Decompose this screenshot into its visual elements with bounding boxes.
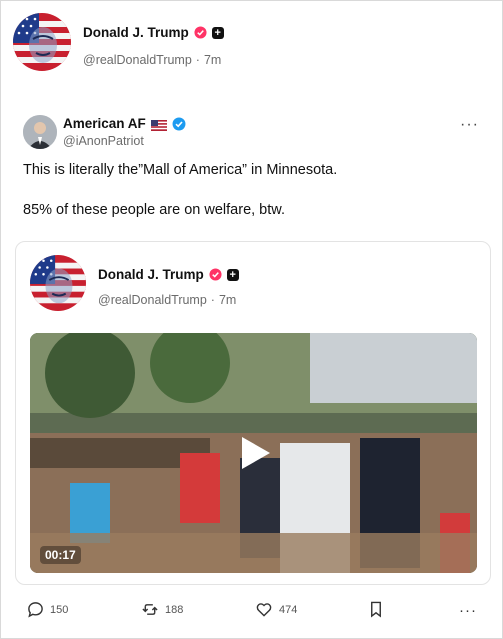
separator-dot: · — [210, 293, 215, 307]
flag-portrait-avatar-icon — [13, 13, 71, 71]
us-flag-icon — [150, 118, 167, 131]
video-duration: 00:17 — [40, 546, 81, 564]
repost-avatar[interactable] — [23, 115, 57, 149]
like-button[interactable]: 474 — [255, 601, 297, 618]
heart-icon — [256, 603, 272, 617]
post-header: Donald J. Trump + @realDonaldTrump · 7m — [13, 13, 483, 75]
quoted-author-name[interactable]: Donald J. Trump — [98, 267, 204, 282]
video-player[interactable]: 00:17 — [30, 333, 477, 573]
speech-bubble-icon — [28, 602, 43, 618]
reply-button[interactable]: 150 — [27, 601, 68, 618]
repost-handle-row: @iAnonPatriot — [63, 134, 144, 148]
author-handle[interactable]: @realDonaldTrump — [83, 53, 192, 67]
flag-portrait-avatar-icon — [30, 255, 86, 311]
quoted-handle-row: @realDonaldTrump · 7m — [98, 293, 236, 307]
like-count: 474 — [279, 603, 298, 616]
author-name-row: Donald J. Trump + — [83, 25, 224, 40]
repost-count: 188 — [165, 603, 184, 616]
verified-badge-pink-icon — [209, 268, 222, 281]
repost-handle[interactable]: @iAnonPatriot — [63, 134, 144, 148]
more-dots-icon[interactable]: ··· — [460, 116, 479, 134]
post-text-line-2: 85% of these people are on welfare, btw. — [23, 202, 285, 218]
author-handle-row: @realDonaldTrump · 7m — [83, 53, 221, 67]
quoted-time[interactable]: 7m — [219, 293, 236, 307]
plus-badge-icon: + — [211, 26, 224, 39]
repost-arrows-icon — [142, 604, 158, 615]
more-dots-icon[interactable]: ··· — [459, 602, 477, 619]
author-avatar[interactable] — [13, 13, 71, 71]
repost-author-name[interactable]: American AF — [63, 116, 146, 131]
action-bar: 150 188 474 ··· — [27, 601, 483, 625]
verified-badge-pink-icon — [194, 26, 207, 39]
repost-name-row: American AF — [63, 116, 186, 131]
post-time[interactable]: 7m — [204, 53, 221, 67]
reply-count: 150 — [50, 603, 69, 616]
play-icon[interactable] — [239, 435, 273, 471]
bookmark-button[interactable] — [369, 601, 383, 618]
plus-badge-icon: + — [226, 268, 239, 281]
quoted-author-avatar[interactable] — [30, 255, 86, 311]
verified-badge-blue-icon — [172, 117, 186, 131]
post-frame: Donald J. Trump + @realDonaldTrump · 7m … — [0, 0, 503, 639]
repost-button[interactable]: 188 — [141, 601, 183, 618]
separator-dot: · — [195, 53, 200, 67]
quoted-handle[interactable]: @realDonaldTrump — [98, 293, 207, 307]
author-name[interactable]: Donald J. Trump — [83, 25, 189, 40]
bookmark-icon — [371, 601, 381, 618]
post-text-line-1: This is literally the”Mall of America” i… — [23, 162, 338, 178]
quoted-name-row: Donald J. Trump + — [98, 267, 239, 282]
profile-photo-icon — [23, 115, 57, 149]
quoted-card[interactable]: Donald J. Trump + @realDonaldTrump · 7m — [15, 241, 491, 585]
